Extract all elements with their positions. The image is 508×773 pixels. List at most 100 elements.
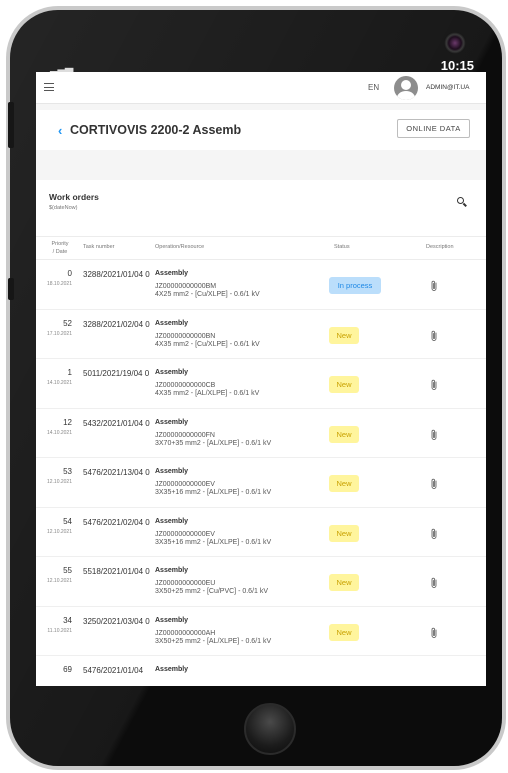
row-task-number: 5476/2021/02/04 0 xyxy=(83,517,150,527)
row-date: 14.10.2021 xyxy=(46,380,72,386)
language-switch[interactable]: EN xyxy=(368,83,379,92)
row-priority: 0 xyxy=(67,269,72,278)
status-badge: New xyxy=(329,574,359,591)
paperclip-icon[interactable] xyxy=(429,329,439,341)
row-date: 17.10.2021 xyxy=(46,330,72,337)
menu-icon[interactable] xyxy=(44,83,54,91)
status-badge: New xyxy=(329,376,359,393)
table-row[interactable]: 55 12.10.2021 5518/2021/01/04 0 Assembly JZ0… xyxy=(36,557,486,607)
column-task-number[interactable]: Task number xyxy=(83,244,115,250)
row-resource-spec: 4X35 mm2 - [Cu/XLPE] - 0.6/1 kV xyxy=(155,340,260,348)
table-row[interactable]: 12 14.10.2021 5432/2021/01/04 0 Assembly JZ0… xyxy=(36,409,486,458)
avatar-body xyxy=(397,91,415,100)
user-name[interactable]: ADMIN@IT.UA xyxy=(426,84,469,91)
row-task-number: 5518/2021/01/04 0 xyxy=(83,567,150,576)
row-operation: Assembly xyxy=(155,517,189,525)
row-task-number: 5476/2021/01/04 xyxy=(83,666,144,675)
panel-title: Work orders xyxy=(49,192,99,202)
paperclip-icon[interactable] xyxy=(429,477,439,489)
row-priority: 12 xyxy=(63,417,72,427)
row-date: 14.10.2021 xyxy=(46,429,72,436)
table-header: Priority / Date Task number Operation/Re… xyxy=(36,236,486,260)
column-operation[interactable]: Operation/Resource xyxy=(155,244,204,250)
app-screen: EN ADMIN@IT.UA ‹ CORTIVOVIS 2200-2 Assem… xyxy=(36,72,486,686)
row-priority: 34 xyxy=(63,615,72,625)
row-task-number: 3250/2021/03/04 0 xyxy=(83,616,150,626)
status-badge: New xyxy=(329,425,359,443)
table-row[interactable]: 1 14.10.2021 5011/2021/19/04 0 Assembly JZ00… xyxy=(36,359,486,409)
row-resource-code: JZ00000000000EV xyxy=(155,481,215,488)
paperclip-icon[interactable] xyxy=(429,378,439,390)
row-priority: 1 xyxy=(67,368,72,377)
search-icon-handle xyxy=(463,202,467,207)
row-resource-code: JZ00000000000EU xyxy=(155,580,216,587)
paperclip-icon[interactable] xyxy=(429,527,439,539)
clock: 10:15 xyxy=(440,58,474,73)
row-date: 12.10.2021 xyxy=(46,578,72,584)
row-operation: Assembly xyxy=(155,418,189,426)
row-date: 11.10.2021 xyxy=(47,627,72,634)
row-resource-spec: 4X25 mm2 - [Cu/XLPE] - 0.6/1 kV xyxy=(155,291,260,298)
row-resource-spec: 4X35 mm2 - [AL/XLPE] - 0.6/1 kV xyxy=(155,390,260,397)
work-order-list: 0 18.10.2021 3288/2021/01/04 0 Assembly JZ00… xyxy=(36,260,486,686)
row-task-number: 3288/2021/02/04 0 xyxy=(83,319,150,329)
row-priority: 54 xyxy=(63,516,72,526)
row-priority: 69 xyxy=(63,665,72,674)
row-resource-code: JZ00000000000EV xyxy=(155,530,215,538)
row-operation: Assembly xyxy=(155,319,189,327)
paperclip-icon[interactable] xyxy=(429,626,439,638)
table-row[interactable]: 52 17.10.2021 3288/2021/02/04 0 Assembly JZ0… xyxy=(36,310,486,359)
status-badge: New xyxy=(329,623,359,641)
side-button-upper xyxy=(8,102,14,148)
camera-icon xyxy=(444,32,466,54)
device-status-bar: ▁▂▃ 10:15 xyxy=(36,58,486,73)
table-row[interactable]: 54 12.10.2021 5476/2021/02/04 0 Assembly JZ0… xyxy=(36,508,486,557)
page-header: ‹ CORTIVOVIS 2200-2 Assemb ONLINE DATA xyxy=(36,110,486,150)
page-title: CORTIVOVIS 2200-2 Assemb xyxy=(70,123,242,137)
status-badge: In process xyxy=(329,277,381,294)
search-icon[interactable] xyxy=(457,197,467,207)
column-description[interactable]: Description xyxy=(426,244,454,250)
row-resource-code: JZ00000000000BM xyxy=(155,283,217,290)
table-row[interactable]: 34 11.10.2021 3250/2021/03/04 0 Assembly JZ0… xyxy=(36,607,486,656)
table-row[interactable]: 0 18.10.2021 3288/2021/01/04 0 Assembly JZ00… xyxy=(36,260,486,310)
column-status[interactable]: Status xyxy=(334,244,350,250)
online-data-button[interactable]: ONLINE DATA xyxy=(397,119,470,138)
row-operation: Assembly xyxy=(155,567,189,574)
back-icon[interactable]: ‹ xyxy=(58,123,62,138)
row-task-number: 5432/2021/01/04 0 xyxy=(83,418,150,428)
row-task-number: 3288/2021/01/04 0 xyxy=(83,270,150,279)
table-row[interactable]: 53 12.10.2021 5476/2021/13/04 0 Assembly JZ0… xyxy=(36,458,486,508)
work-orders-panel: Work orders $(dateNow) Priority / Date T… xyxy=(36,180,486,686)
top-app-bar: EN ADMIN@IT.UA xyxy=(36,72,486,104)
status-badge: New xyxy=(329,524,359,542)
row-priority: 53 xyxy=(63,467,72,476)
paperclip-icon[interactable] xyxy=(429,576,439,588)
row-resource-spec: 3X50+25 mm2 - [AL/XLPE] - 0.6/1 kV xyxy=(155,637,272,645)
row-date: 12.10.2021 xyxy=(46,528,72,535)
row-resource-spec: 3X70+35 mm2 - [AL/XLPE] - 0.6/1 kV xyxy=(155,439,272,447)
row-operation: Assembly xyxy=(155,666,189,673)
home-button[interactable] xyxy=(244,703,296,755)
row-resource-code: JZ00000000000CB xyxy=(155,382,216,389)
row-resource-code: JZ00000000000BN xyxy=(155,332,216,340)
row-resource-spec: 3X35+16 mm2 - [AL/XLPE] - 0.6/1 kV xyxy=(155,538,272,546)
row-operation: Assembly xyxy=(155,270,189,277)
table-row[interactable]: 69 5476/2021/01/04 Assembly xyxy=(36,656,486,686)
paperclip-icon[interactable] xyxy=(429,279,439,291)
avatar-head xyxy=(401,80,411,90)
paperclip-icon[interactable] xyxy=(429,428,439,440)
row-priority: 55 xyxy=(63,566,72,575)
row-date: 18.10.2021 xyxy=(46,281,72,287)
row-resource-spec: 3X35+16 mm2 - [AL/XLPE] - 0.6/1 kV xyxy=(155,489,272,496)
status-badge: New xyxy=(329,475,359,492)
row-resource-code: JZ00000000000FN xyxy=(155,431,215,439)
row-date: 12.10.2021 xyxy=(46,479,72,485)
row-operation: Assembly xyxy=(155,616,189,624)
panel-subtitle: $(dateNow) xyxy=(49,205,78,211)
row-operation: Assembly xyxy=(155,468,189,475)
row-priority: 52 xyxy=(63,318,72,328)
status-badge: New xyxy=(329,326,359,344)
avatar[interactable] xyxy=(394,76,418,100)
column-priority-date[interactable]: Priority / Date xyxy=(50,240,70,256)
